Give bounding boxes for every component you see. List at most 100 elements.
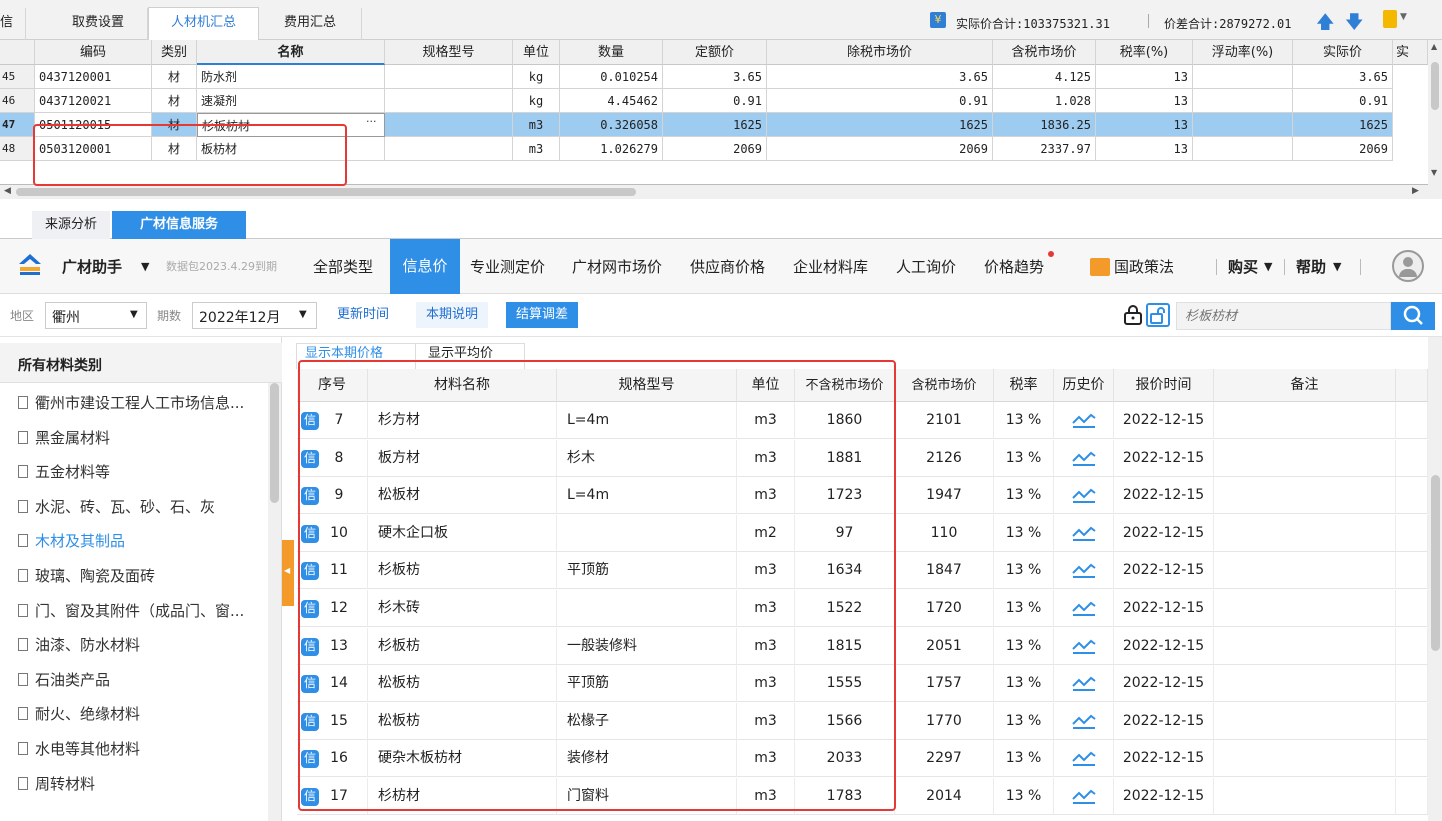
unlock-icon[interactable]: [1146, 303, 1170, 327]
category-item[interactable]: 五金材料等: [18, 461, 110, 482]
nav-price-trend[interactable]: 价格趋势: [984, 255, 1044, 279]
category-item[interactable]: 木材及其制品: [18, 530, 125, 551]
cell-spec[interactable]: [385, 89, 513, 113]
col-header-material-name[interactable]: 材料名称: [368, 369, 557, 402]
col-header-code[interactable]: 编码: [35, 40, 152, 65]
user-avatar-icon[interactable]: [1392, 250, 1424, 282]
category-item[interactable]: 黑金属材料: [18, 427, 110, 448]
cell-spec[interactable]: [385, 113, 513, 137]
cell-history[interactable]: [1054, 402, 1114, 439]
nav-enterprise-library[interactable]: 企业材料库: [793, 255, 868, 279]
col-header-tax[interactable]: 税率: [994, 369, 1054, 402]
cell-history[interactable]: [1054, 590, 1114, 627]
help-menu[interactable]: 帮助: [1296, 255, 1326, 279]
col-header-history[interactable]: 历史价: [1054, 369, 1114, 402]
nav-supplier-price[interactable]: 供应商价格: [690, 255, 765, 279]
chevron-down-icon[interactable]: ▼: [1400, 12, 1407, 22]
cell-spec[interactable]: [385, 65, 513, 89]
row-number[interactable]: 46: [0, 89, 35, 113]
cell-actual-price[interactable]: 0.91: [1293, 89, 1393, 113]
col-header-quota-price[interactable]: 定额价: [663, 40, 767, 65]
category-item[interactable]: 耐火、绝缘材料: [18, 703, 140, 724]
cell-excl-tax-price[interactable]: 1625: [767, 113, 993, 137]
col-header-incl-tax[interactable]: 含税市场价: [895, 369, 994, 402]
cell-tax-rate[interactable]: 13: [1096, 113, 1193, 137]
cell-actual-price[interactable]: 1625: [1293, 113, 1393, 137]
cell-quota-price[interactable]: 0.91: [663, 89, 767, 113]
buy-dropdown-icon[interactable]: ▼: [1264, 255, 1272, 279]
region-select[interactable]: 衢州 ▼: [45, 302, 147, 329]
table-vertical-scrollbar[interactable]: [1428, 337, 1442, 821]
cell-actual-price[interactable]: 2069: [1293, 137, 1393, 161]
cell-quota-price[interactable]: 2069: [663, 137, 767, 161]
cell-incl-tax-price[interactable]: 1836.25: [993, 113, 1096, 137]
cell-history[interactable]: [1054, 665, 1114, 703]
nav-market-price[interactable]: 广材网市场价: [572, 255, 662, 279]
scrollbar-thumb[interactable]: [16, 188, 636, 196]
buy-menu[interactable]: 购买: [1228, 255, 1258, 279]
scroll-down-icon[interactable]: ▼: [1431, 168, 1437, 177]
col-header-spec[interactable]: 规格型号: [385, 40, 513, 65]
tab-current-price[interactable]: 显示本期价格: [296, 343, 426, 369]
cell-unit[interactable]: m3: [513, 137, 560, 161]
cell-float-rate[interactable]: [1193, 89, 1293, 113]
cell-qty[interactable]: 0.010254: [560, 65, 663, 89]
cell-tax-rate[interactable]: 13: [1096, 137, 1193, 161]
cell-tax-rate[interactable]: 13: [1096, 65, 1193, 89]
cell-code[interactable]: 0437120021: [35, 89, 152, 113]
cell-excl-tax-price[interactable]: 0.91: [767, 89, 993, 113]
cell-history[interactable]: [1054, 552, 1114, 590]
row-number[interactable]: 47: [0, 113, 35, 137]
cell-history[interactable]: [1054, 778, 1114, 815]
nav-labor-inquiry[interactable]: 人工询价: [896, 255, 956, 279]
category-scrollbar[interactable]: [268, 383, 281, 821]
arrow-up-icon[interactable]: 🡅: [1316, 10, 1335, 40]
cell-incl-tax-price[interactable]: 4.125: [993, 65, 1096, 89]
cell-qty[interactable]: 0.326058: [560, 113, 663, 137]
arrow-down-icon[interactable]: 🡇: [1345, 10, 1364, 40]
cell-qty[interactable]: 4.45462: [560, 89, 663, 113]
lock-icon[interactable]: [1122, 303, 1144, 325]
material-search-input[interactable]: [1176, 302, 1391, 330]
nav-professional-price[interactable]: 专业测定价: [470, 255, 545, 279]
tab-cost-summary[interactable]: 费用汇总: [259, 8, 362, 40]
cell-unit[interactable]: m3: [513, 113, 560, 137]
cell-type[interactable]: 材: [152, 89, 197, 113]
col-header-no[interactable]: 序号: [297, 369, 368, 402]
category-item[interactable]: 玻璃、陶瓷及面砖: [18, 565, 155, 586]
update-time-button[interactable]: 更新时间: [327, 302, 400, 328]
cell-actual-price[interactable]: 3.65: [1293, 65, 1393, 89]
col-header-float-rate[interactable]: 浮动率(%): [1193, 40, 1293, 65]
cell-unit[interactable]: kg: [513, 65, 560, 89]
period-select[interactable]: 2022年12月 ▼: [192, 302, 317, 329]
period-description-button[interactable]: 本期说明: [416, 302, 489, 328]
cell-incl-tax-price[interactable]: 1.028: [993, 89, 1096, 113]
cell-type[interactable]: 材: [152, 113, 197, 137]
panel-collapse-handle[interactable]: ◀: [282, 540, 294, 606]
nav-info-price[interactable]: 信息价: [390, 239, 460, 294]
row-number[interactable]: 45: [0, 65, 35, 89]
category-item[interactable]: 周转材料: [18, 773, 95, 794]
tab-fee-settings[interactable]: 取费设置: [49, 8, 148, 40]
search-button[interactable]: [1391, 302, 1435, 330]
col-header-truncated[interactable]: 实: [1393, 40, 1428, 65]
cell-history[interactable]: [1054, 477, 1114, 515]
cell-float-rate[interactable]: [1193, 65, 1293, 89]
scrollbar-thumb[interactable]: [1431, 475, 1440, 651]
grid-horizontal-scrollbar[interactable]: ◀ ▶: [0, 185, 1442, 199]
cell-name[interactable]: 防水剂: [197, 65, 385, 89]
col-header-qty[interactable]: 数量: [560, 40, 663, 65]
row-number[interactable]: 48: [0, 137, 35, 161]
col-header-excl-tax-price[interactable]: 除税市场价: [767, 40, 993, 65]
cell-history[interactable]: [1054, 627, 1114, 665]
col-header-unit[interactable]: 单位: [737, 369, 795, 402]
col-header-incl-tax-price[interactable]: 含税市场价: [993, 40, 1096, 65]
tab-material-info-service[interactable]: 广材信息服务: [112, 211, 246, 239]
assistant-title[interactable]: 广材助手: [62, 255, 122, 279]
cell-float-rate[interactable]: [1193, 113, 1293, 137]
cell-code[interactable]: 0437120001: [35, 65, 152, 89]
col-header-unit[interactable]: 单位: [513, 40, 560, 65]
cell-history[interactable]: [1054, 439, 1114, 477]
tab-resource-summary[interactable]: 人材机汇总: [148, 7, 259, 41]
nav-all-types[interactable]: 全部类型: [313, 255, 373, 279]
